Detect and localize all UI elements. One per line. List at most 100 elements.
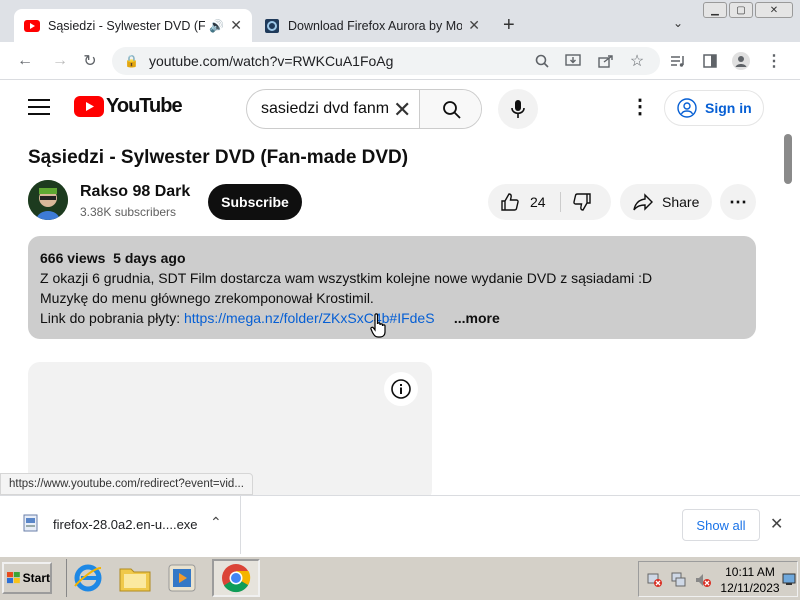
like-count: 24 (530, 194, 546, 210)
close-download-bar-icon[interactable]: ✕ (770, 514, 783, 534)
sign-in-label: Sign in (705, 100, 752, 116)
network-error-icon[interactable] (647, 572, 663, 593)
channel-name[interactable]: Rakso 98 Dark (80, 183, 190, 201)
description-box[interactable]: 666 views 5 days ago Z okazji 6 grudnia,… (28, 236, 756, 339)
page-scrollbar[interactable] (780, 81, 800, 495)
share-page-icon[interactable] (596, 51, 616, 71)
browser-toolbar: ← → ↻ 🔒 youtube.com/watch?v=RWKCuA1FoAg … (0, 42, 800, 80)
tab-firefox-aurora[interactable]: Download Firefox Aurora by Moz ✕ (254, 9, 490, 42)
installer-file-icon (22, 514, 40, 537)
voice-search-button[interactable] (498, 89, 538, 129)
close-window-button[interactable]: ✕ (755, 2, 793, 18)
hand-cursor-icon (370, 313, 388, 344)
profile-icon[interactable] (731, 51, 751, 71)
tab-title: Download Firefox Aurora by Moz (288, 18, 463, 33)
folder-icon[interactable] (118, 562, 152, 599)
network-icon[interactable] (671, 572, 687, 593)
search-button[interactable] (419, 90, 481, 128)
chrome-taskbar-button[interactable] (212, 559, 260, 597)
description-line: Link do pobrania płyty: https://mega.nz/… (40, 308, 744, 328)
youtube-logo-text: YouTube (106, 95, 183, 117)
download-bar: firefox-28.0a2.en-u....exe ⌃ Show all ✕ (0, 495, 800, 554)
close-tab-icon[interactable]: ✕ (468, 17, 480, 34)
view-stats: 666 views 5 days ago (40, 248, 744, 268)
volume-muted-icon[interactable] (695, 572, 711, 593)
dislike-button[interactable] (572, 192, 592, 217)
like-button[interactable]: 24 (488, 184, 560, 220)
youtube-search-input[interactable]: sasiedzi dvd fanm (261, 100, 401, 118)
speaker-icon[interactable]: 🔊 (209, 19, 224, 33)
search-icon[interactable] (532, 51, 552, 71)
clock-time: 10:11 AM (725, 565, 775, 579)
new-tab-button[interactable]: + (503, 14, 515, 37)
clear-search-icon[interactable]: ✕ (393, 97, 411, 123)
thumbs-up-icon (501, 193, 519, 211)
thumbs-down-icon (573, 193, 591, 211)
share-arrow-icon (633, 193, 653, 211)
internet-explorer-icon[interactable] (72, 562, 104, 599)
info-icon (391, 379, 411, 399)
more-actions-icon[interactable]: ⋯ (720, 184, 756, 220)
close-tab-icon[interactable]: ✕ (230, 17, 242, 34)
start-button[interactable]: Start (2, 562, 52, 594)
sign-in-button[interactable]: Sign in (664, 90, 764, 126)
microphone-icon (511, 100, 525, 118)
minimize-button[interactable]: ▁ (703, 2, 727, 18)
show-more-button[interactable]: ...more (454, 310, 500, 326)
maximize-button[interactable]: ▢ (729, 2, 753, 18)
windows-taskbar: Start 10:11 AM 12/11/2023 (0, 556, 800, 600)
back-icon[interactable]: ← (15, 51, 35, 71)
media-controls-icon[interactable] (668, 51, 688, 71)
download-options-chevron-icon[interactable]: ⌃ (210, 514, 222, 531)
description-line: Z okazji 6 grudnia, SDT Film dostarcza w… (40, 270, 653, 286)
media-player-icon[interactable] (166, 562, 198, 599)
like-divider (560, 192, 561, 212)
menu-kebab-icon[interactable]: ⋮ (764, 51, 784, 71)
forward-icon[interactable]: → (50, 51, 70, 71)
youtube-logo[interactable]: YouTube (74, 95, 183, 118)
mega-link[interactable]: https://mega.nz/folder/ZKxSxC4b#IFdeS (184, 308, 446, 328)
tab-title: Sąsiedzi - Sylwester DVD (Fan (48, 18, 206, 33)
divider (66, 559, 67, 597)
view-count: 666 views (40, 250, 106, 266)
reload-icon[interactable]: ↻ (80, 51, 100, 71)
channel-avatar[interactable] (28, 180, 68, 220)
firefox-aurora-icon (264, 18, 280, 34)
subscriber-count: 3.38K subscribers (80, 205, 177, 219)
clock-date: 12/11/2023 (720, 581, 780, 595)
tab-search-chevron-icon[interactable]: ⌄ (673, 16, 683, 30)
chrome-icon (222, 564, 251, 593)
show-all-button[interactable]: Show all (682, 509, 760, 541)
show-desktop-icon[interactable] (782, 572, 796, 591)
status-url-bubble: https://www.youtube.com/redirect?event=v… (0, 473, 253, 495)
start-label: Start (22, 571, 50, 585)
youtube-icon (24, 18, 40, 34)
download-filename[interactable]: firefox-28.0a2.en-u....exe (53, 517, 198, 532)
video-title: Sąsiedzi - Sylwester DVD (Fan-made DVD) (28, 147, 409, 168)
hamburger-menu-icon[interactable] (28, 99, 50, 115)
install-app-icon[interactable] (563, 51, 583, 71)
system-tray: 10:11 AM 12/11/2023 (638, 561, 798, 597)
youtube-search-box: sasiedzi dvd fanm ✕ (246, 89, 482, 129)
youtube-logo-icon (74, 96, 104, 117)
youtube-page: YouTube sasiedzi dvd fanm ✕ ⋮ Sign in Są… (0, 81, 780, 495)
share-button[interactable]: Share (620, 184, 712, 220)
divider (240, 496, 241, 554)
bookmark-star-icon[interactable]: ☆ (627, 51, 647, 71)
share-label: Share (662, 194, 700, 210)
description-line: Muzykę do menu głównego zrekomponował Kr… (40, 290, 374, 306)
windows-logo-icon (7, 572, 20, 584)
account-icon (677, 98, 697, 118)
like-dislike-group: 24 (488, 184, 611, 220)
side-panel-icon[interactable] (700, 51, 720, 71)
search-icon (442, 101, 461, 119)
scrollbar-thumb[interactable] (784, 134, 792, 184)
tab-youtube[interactable]: Sąsiedzi - Sylwester DVD (Fan 🔊 ✕ (14, 9, 252, 42)
upload-age: 5 days ago (113, 250, 186, 266)
settings-kebab-icon[interactable]: ⋮ (630, 94, 650, 119)
subscribe-button[interactable]: Subscribe (208, 184, 302, 220)
tab-strip: Sąsiedzi - Sylwester DVD (Fan 🔊 ✕ Downlo… (0, 0, 800, 42)
lock-icon[interactable]: 🔒 (124, 54, 139, 68)
url-text: youtube.com/watch?v=RWKCuA1FoAg (148, 53, 394, 69)
info-button[interactable] (384, 372, 418, 406)
